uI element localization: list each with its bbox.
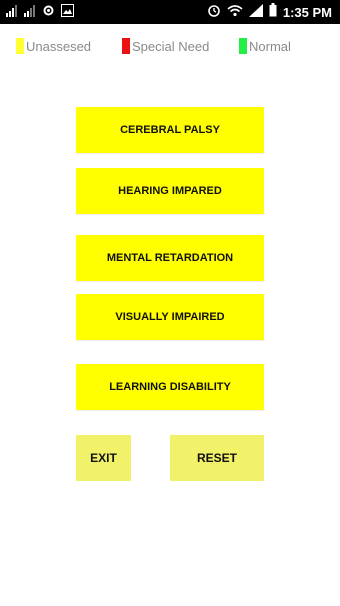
legend-item-special-need: Special Need xyxy=(122,38,209,54)
cerebral-palsy-button[interactable]: CEREBRAL PALSY xyxy=(76,107,264,153)
battery-icon xyxy=(269,3,277,22)
legend-swatch-special-need xyxy=(122,38,130,54)
exit-button[interactable]: EXIT xyxy=(76,435,131,481)
signal-icon xyxy=(6,4,18,22)
legend-item-unassessed: Unassesed xyxy=(16,38,91,54)
legend-swatch-normal xyxy=(239,38,247,54)
learning-disability-button[interactable]: LEARNING DISABILITY xyxy=(76,364,264,410)
settings-icon xyxy=(42,4,55,22)
status-bar: 1:35 PM xyxy=(0,0,340,24)
legend-label-normal: Normal xyxy=(249,38,291,54)
mental-retardation-button[interactable]: MENTAL RETARDATION xyxy=(76,235,264,281)
reset-button[interactable]: RESET xyxy=(170,435,264,481)
legend-label-special-need: Special Need xyxy=(132,38,210,54)
cell-signal-icon xyxy=(248,3,263,22)
status-legend: Unassesed Special Need Normal xyxy=(0,38,340,58)
alarm-icon xyxy=(207,3,221,22)
visually-impaired-button[interactable]: VISUALLY IMPAIRED xyxy=(76,294,264,340)
gallery-icon xyxy=(61,4,74,22)
status-time: 1:35 PM xyxy=(282,5,332,20)
wifi-icon xyxy=(227,4,243,22)
legend-item-normal: Normal xyxy=(239,38,291,54)
signal-icon xyxy=(24,4,36,22)
legend-label-unassessed: Unassesed xyxy=(26,38,92,54)
legend-swatch-unassessed xyxy=(16,38,24,54)
hearing-impaired-button[interactable]: HEARING IMPARED xyxy=(76,168,264,214)
